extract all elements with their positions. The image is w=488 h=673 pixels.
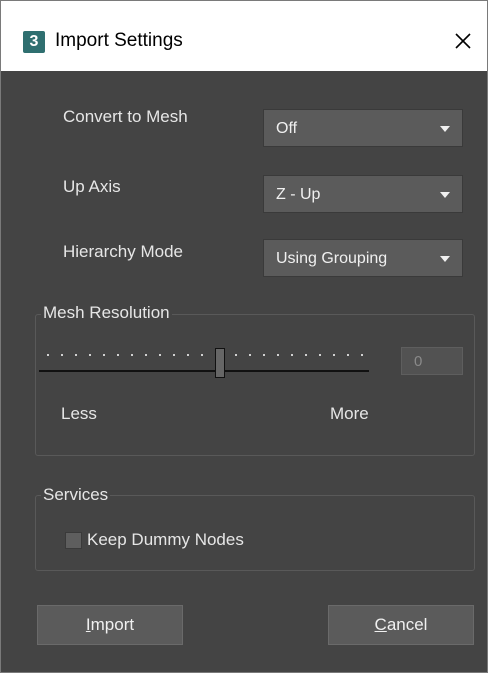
mesh-resolution-slider-handle[interactable] [215,348,225,378]
close-button[interactable] [445,23,481,59]
chevron-down-icon [440,192,450,198]
app-icon: 3 [23,31,45,53]
slider-less-label: Less [61,404,97,423]
mesh-resolution-slider[interactable] [39,370,369,372]
close-icon [455,33,471,49]
cancel-mnemonic: C [374,615,387,634]
hierarchy-mode-label: Hierarchy Mode [63,242,183,261]
slider-ticks-left [41,354,217,356]
import-button[interactable]: Import [37,605,183,645]
hierarchy-mode-value: Using Grouping [276,250,388,267]
mesh-resolution-value: 0 [414,353,423,370]
services-legend: Services [41,485,111,505]
import-settings-dialog: 3 Import Settings Convert to Mesh Off Up… [0,0,488,673]
keep-dummy-nodes-label[interactable]: Keep Dummy Nodes [87,530,244,550]
up-axis-select[interactable]: Z - Up [263,175,463,213]
up-axis-label: Up Axis [63,177,121,196]
up-axis-value: Z - Up [276,186,321,203]
cancel-button[interactable]: Cancel [328,605,474,645]
cancel-button-label: ancel [386,615,428,634]
convert-to-mesh-value: Off [276,120,298,137]
mesh-resolution-input[interactable]: 0 [401,347,463,375]
title-bar: 3 Import Settings [1,1,487,71]
mesh-resolution-group [35,314,475,456]
convert-to-mesh-select[interactable]: Off [263,109,463,147]
hierarchy-mode-select[interactable]: Using Grouping [263,239,463,277]
slider-ticks-right [229,354,373,356]
keep-dummy-nodes-checkbox[interactable] [65,532,82,549]
convert-to-mesh-label: Convert to Mesh [63,107,188,126]
import-button-label: mport [90,615,135,634]
slider-more-label: More [330,404,369,423]
chevron-down-icon [440,126,450,132]
chevron-down-icon [440,256,450,262]
mesh-resolution-legend: Mesh Resolution [41,303,172,323]
dialog-title: Import Settings [55,30,183,51]
